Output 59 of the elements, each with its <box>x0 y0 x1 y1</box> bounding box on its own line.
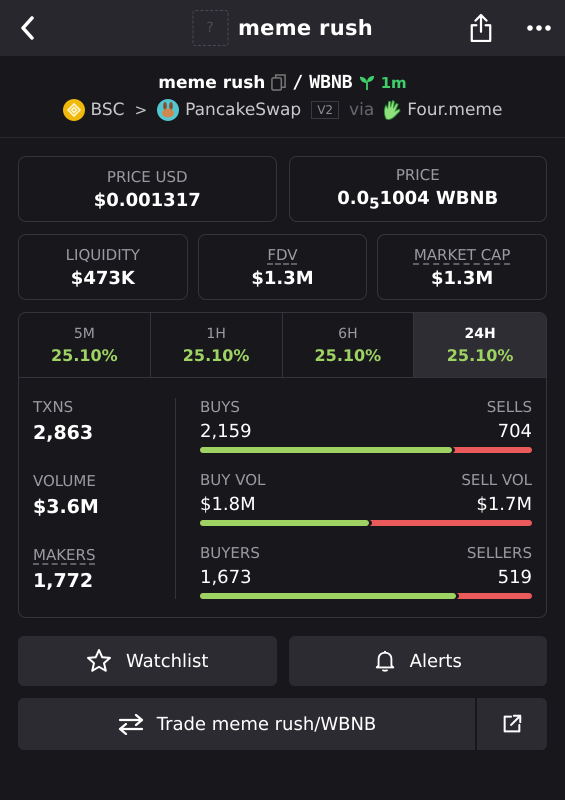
card-value: $473K <box>70 268 135 288</box>
seedling-icon <box>358 74 375 90</box>
buy-value: 2,159 <box>200 421 252 442</box>
card-value: 0.0$_{5}$1004 WBNB <box>337 188 498 212</box>
copy-icon[interactable] <box>271 74 286 91</box>
sell-label: SELLERS <box>466 544 532 562</box>
stat-value: 2,863 <box>33 422 94 444</box>
launchpad-name[interactable]: Four.meme <box>407 100 502 120</box>
dex-name[interactable]: PancakeSwap <box>185 100 302 120</box>
card-value: $1.3M <box>251 268 314 288</box>
chain-name[interactable]: BSC <box>90 100 125 120</box>
watchlist-button[interactable]: Watchlist <box>18 636 276 686</box>
more-icon[interactable] <box>527 25 551 31</box>
card-label: MARKET CAP <box>414 246 510 264</box>
buy-label: BUY VOL <box>200 471 266 489</box>
version-tag: V2 <box>311 101 340 119</box>
hand-logo-icon <box>382 99 402 121</box>
swap-icon <box>116 713 145 735</box>
page-title: meme rush <box>238 16 374 40</box>
breadcrumb-chevron: > <box>134 101 148 119</box>
stat-value: 1,772 <box>33 570 94 592</box>
stat-value: $3.6M <box>33 496 100 518</box>
sell-value: $1.7M <box>476 494 532 515</box>
buy-value: $1.8M <box>200 494 256 515</box>
external-link-icon <box>501 713 523 735</box>
chain-logo-icon <box>62 99 85 121</box>
sell-value: 519 <box>498 567 532 588</box>
back-icon[interactable] <box>20 16 34 40</box>
card-label: PRICE USD <box>106 168 188 186</box>
stat-label: MAKERS <box>33 546 96 564</box>
buy-label: BUYERS <box>200 544 260 562</box>
token-logo: ? <box>192 10 228 46</box>
timeframe-tab[interactable]: 24H 25.10% <box>414 313 546 377</box>
timeframe-tab[interactable]: 1H 25.10% <box>150 313 282 377</box>
sell-label: SELL VOL <box>461 471 532 489</box>
card-value: $0.001317 <box>94 190 201 210</box>
base-token-name: meme rush <box>158 72 266 92</box>
bell-icon <box>374 649 396 673</box>
open-external-button[interactable] <box>477 698 547 750</box>
buy-label: BUYS <box>200 398 240 416</box>
sell-label: SELLS <box>486 398 532 416</box>
sell-value: 704 <box>498 421 532 442</box>
star-icon <box>86 648 112 674</box>
quote-token-name: WBNB <box>309 72 353 93</box>
trade-button[interactable]: Trade meme rush/WBNB <box>18 698 475 750</box>
pair-separator: / <box>292 72 304 93</box>
bunny-logo-icon <box>157 99 180 121</box>
buy-value: 1,673 <box>200 567 252 588</box>
stat-label: TXNS <box>33 398 74 416</box>
stat-label: VOLUME <box>33 472 97 490</box>
card-label: LIQUIDITY <box>66 246 140 264</box>
card-label: FDV <box>267 246 298 264</box>
via-text: via <box>349 100 374 120</box>
card-value: $1.3M <box>431 268 494 288</box>
timeframe-tab[interactable]: 5M 25.10% <box>19 313 151 377</box>
pair-age: 1m <box>380 74 407 92</box>
card-label: PRICE <box>396 166 440 184</box>
share-icon[interactable] <box>469 13 493 43</box>
alerts-button[interactable]: Alerts <box>288 636 547 686</box>
